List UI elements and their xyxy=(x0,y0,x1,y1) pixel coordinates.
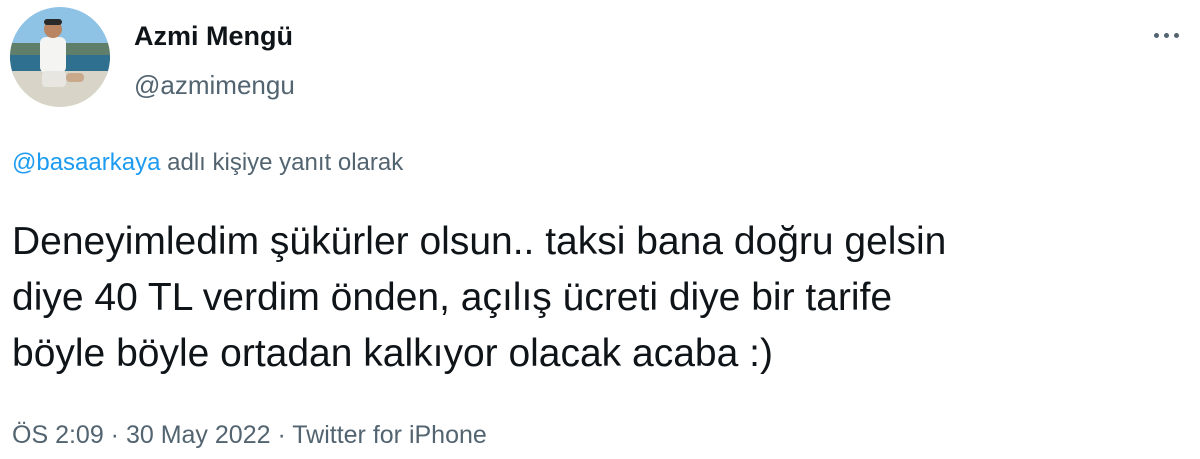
tweet-date[interactable]: 30 May 2022 xyxy=(126,421,271,449)
reply-context-text: adlı kişiye yanıt olarak xyxy=(160,149,404,176)
more-options-icon[interactable] xyxy=(1146,20,1186,50)
tweet-text-line: Deneyimledim şükürler olsun.. taksi bana… xyxy=(12,220,947,263)
reply-context: @basaarkaya adlı kişiye yanıt olarak xyxy=(12,146,403,180)
avatar-photo-image xyxy=(10,7,110,107)
reply-mention-link[interactable]: @basaarkaya xyxy=(12,149,160,176)
tweet-time[interactable]: ÖS 2:09 xyxy=(12,421,104,449)
author-avatar[interactable] xyxy=(10,7,110,107)
tweet-text-line: diye 40 TL verdim önden, açılış ücreti d… xyxy=(12,276,893,319)
more-dot xyxy=(1153,32,1159,38)
author-display-name[interactable]: Azmi Mengü xyxy=(134,18,295,54)
tweet-text: Deneyimledim şükürler olsun.. taksi bana… xyxy=(12,214,1182,382)
author-handle[interactable]: @azmimengu xyxy=(134,68,295,102)
author-info: Azmi Mengü @azmimengu xyxy=(134,18,295,102)
tweet-card: Azmi Mengü @azmimengu @basaarkaya adlı k… xyxy=(0,0,1200,459)
meta-separator: · xyxy=(103,421,126,449)
tweet-metadata: ÖS 2:09 · 30 May 2022 · Twitter for iPho… xyxy=(12,418,487,452)
tweet-text-line: böyle böyle ortadan kalkıyor olacak acab… xyxy=(12,332,773,375)
more-dot xyxy=(1173,32,1179,38)
more-dot xyxy=(1163,32,1169,38)
tweet-source[interactable]: Twitter for iPhone xyxy=(292,421,487,449)
meta-separator: · xyxy=(270,421,293,449)
